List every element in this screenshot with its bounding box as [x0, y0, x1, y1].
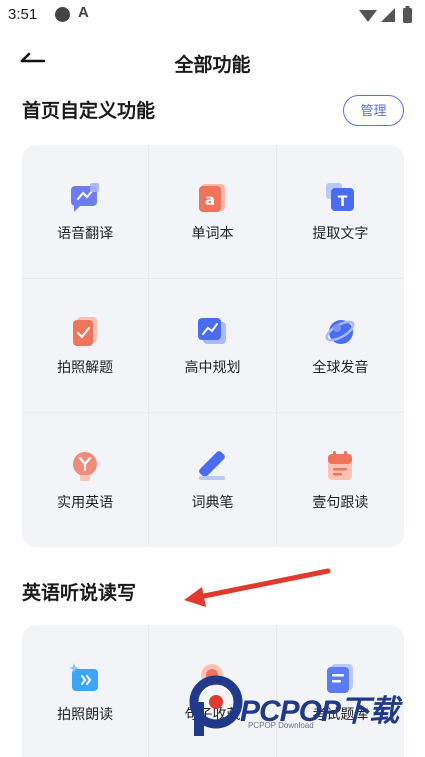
voice-translate-icon — [71, 183, 100, 212]
section-title-english: 英语听说读写 — [22, 583, 137, 604]
global-pronunciation-icon — [325, 320, 355, 344]
function-label: 提取文字 — [312, 225, 369, 241]
pcpop-logo-icon — [189, 675, 243, 736]
function-label: 壹句跟读 — [312, 493, 369, 510]
function-wordbook[interactable]: a 单词本 — [149, 145, 277, 279]
header: 全部功能 — [0, 40, 425, 84]
function-extract-text[interactable]: T 提取文字 — [276, 145, 404, 279]
function-sentence-follow[interactable]: 壹句跟读 — [277, 413, 404, 547]
custom-functions-grid: 语音翻译 a 单词本 T 提取文字 拍照解题 高中规划 全球发音 实用英语 词典… — [22, 145, 404, 547]
wordbook-icon: a — [199, 184, 226, 212]
red-annotation-arrow-icon — [184, 568, 331, 607]
function-label: 词典笔 — [191, 493, 234, 510]
highschool-plan-icon — [198, 318, 227, 344]
battery-icon — [403, 8, 412, 23]
cell-signal-icon — [381, 8, 395, 22]
manage-button[interactable]: 管理 — [343, 95, 404, 126]
function-photo-read[interactable]: 拍照朗读 — [22, 625, 150, 757]
page-title: 全部功能 — [174, 55, 251, 76]
function-label: 单词本 — [191, 225, 234, 241]
extract-text-icon: T — [326, 183, 355, 211]
function-label: 语音翻译 — [57, 225, 114, 241]
function-practical-english[interactable]: 实用英语 — [22, 413, 150, 547]
function-global-pronunciation[interactable]: 全球发音 — [276, 279, 404, 413]
signal-battery-icons — [359, 6, 412, 23]
function-photo-solve[interactable]: 拍照解题 — [22, 279, 150, 413]
svg-text:a: a — [205, 191, 215, 209]
function-dictionary-pen[interactable]: 词典笔 — [149, 413, 277, 547]
function-label: 拍照解题 — [57, 359, 114, 375]
svg-text:T: T — [338, 194, 348, 210]
wifi-icon — [359, 10, 377, 22]
photo-solve-icon — [73, 317, 98, 346]
function-label: 实用英语 — [57, 493, 114, 510]
status-time: 3:51 — [8, 6, 38, 23]
function-voice-translate[interactable]: 语音翻译 — [22, 145, 150, 279]
status-bar: 3:51 A — [0, 0, 425, 32]
notification-dot-icon — [55, 7, 70, 22]
function-label: 高中规划 — [184, 359, 241, 375]
dictionary-pen-icon — [199, 450, 226, 480]
practical-english-icon — [73, 451, 98, 481]
photo-read-icon — [69, 662, 99, 691]
sentence-follow-icon — [328, 450, 353, 480]
pcpop-watermark: PCPOP下载 PCPOP Download — [188, 672, 408, 742]
notification-a-icon: A — [78, 4, 89, 21]
section-title-custom: 首页自定义功能 — [22, 101, 156, 122]
function-highschool-plan[interactable]: 高中规划 — [149, 279, 277, 413]
function-label: 全球发音 — [312, 359, 369, 375]
function-label: 拍照朗读 — [57, 705, 114, 722]
watermark-subtext: PCPOP Download — [248, 721, 314, 730]
